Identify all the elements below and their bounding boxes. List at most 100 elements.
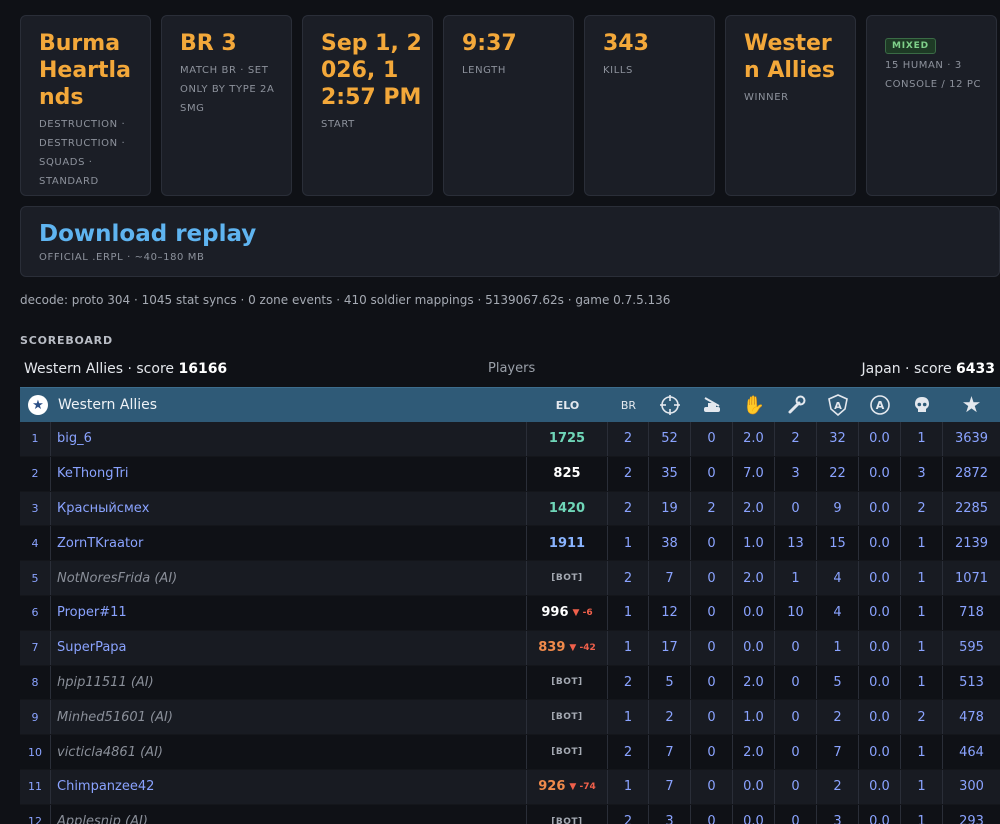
table-row[interactable]: 8 hpip11511 (AI) [BOT] 2 5 0 2.0 0 5 0.0 1 513 (20, 665, 1000, 701)
stat-repairs: 1 (775, 561, 817, 595)
stat-captures: 9 (817, 491, 859, 526)
score-word: score (136, 361, 175, 377)
stat-kills: 12 (649, 595, 691, 630)
stat-tank-kills: 0 (691, 804, 733, 824)
table-row[interactable]: 11 Chimpanzee42 926 ▼ -74 1 7 0 0.0 0 2 0.0 1 300 (20, 769, 1000, 805)
stat-repairs: 0 (775, 769, 817, 804)
stat-assists: 2.0 (733, 735, 775, 769)
circle-a-icon[interactable]: A (859, 388, 901, 422)
stat-ratio: 0.0 (859, 422, 901, 456)
stat-assists: 0.0 (733, 595, 775, 630)
player-br: 2 (608, 804, 649, 824)
hand-icon[interactable]: ✋ (733, 388, 775, 422)
stat-score: 300 (959, 779, 984, 795)
stat-kills: 7 (649, 735, 691, 769)
scoreboard-table: ★ Western Allies ELO BR ✋ A A ★ 1 big_6 17… (20, 387, 1000, 824)
elo-change: ▼ -42 (569, 642, 596, 653)
stat-assists: 2.0 (733, 561, 775, 595)
skull-icon[interactable] (901, 388, 943, 422)
stat-kills: 7 (649, 769, 691, 804)
player-br: 1 (608, 769, 649, 804)
start-card: Sep 1, 2026, 12:57 PM START (302, 15, 433, 196)
table-row[interactable]: 1 big_6 1725 2 52 0 2.0 2 32 0.0 1 3639 (20, 422, 1000, 457)
player-name[interactable]: Minhed51601 (AI) (51, 700, 527, 735)
stat-repairs: 0 (775, 665, 817, 700)
player-name[interactable]: Красныйсмех (51, 491, 527, 526)
table-row[interactable]: 4 ZornTKraator 1911 1 38 0 1.0 13 15 0.0 1 2139 (20, 526, 1000, 562)
stat-ratio: 0.0 (859, 665, 901, 700)
player-rank: 6 (20, 595, 51, 630)
stat-score: 2139 (954, 535, 989, 551)
player-name[interactable]: Chimpanzee42 (51, 769, 527, 804)
team-header-name: Western Allies (58, 397, 158, 413)
table-row[interactable]: 10 victicla4861 (AI) [BOT] 2 7 0 2.0 0 7 0.0 1 464 (20, 735, 1000, 770)
stat-assists: 0.0 (733, 804, 775, 824)
stat-captures: 2 (817, 700, 859, 735)
player-name[interactable]: KeThongTri (51, 456, 527, 491)
player-br: 1 (608, 595, 649, 630)
score-word: score (913, 361, 952, 377)
stat-captures: 3 (817, 804, 859, 824)
table-row[interactable]: 5 NotNoresFrida (AI) [BOT] 2 7 0 2.0 1 4 0.0 1 1071 (20, 561, 1000, 596)
stat-repairs: 2 (775, 422, 817, 456)
player-br: 2 (608, 561, 649, 595)
player-br: 2 (608, 422, 649, 456)
stat-repairs: 13 (775, 526, 817, 561)
kills-label: KILLS (603, 65, 633, 76)
player-name[interactable]: hpip11511 (AI) (51, 665, 527, 700)
table-row[interactable]: 12 Applesnip (AI) [BOT] 2 3 0 0.0 0 3 0.0 1 293 (20, 804, 1000, 824)
wrench-icon[interactable] (775, 388, 817, 422)
elo-change: ▼ -6 (572, 607, 593, 618)
bot-tag: [BOT] (551, 573, 583, 584)
table-row[interactable]: 9 Minhed51601 (AI) [BOT] 1 2 0 1.0 0 2 0.0 2 478 (20, 700, 1000, 736)
player-name[interactable]: big_6 (51, 422, 527, 456)
player-rank: 5 (20, 561, 51, 595)
crosshair-icon[interactable] (649, 388, 691, 422)
stat-ratio: 0.0 (859, 595, 901, 630)
elo-change: ▼ -74 (569, 781, 596, 792)
br-card: BR 3 MATCH BR · SET ONLY BY TYPE 2A SMG (161, 15, 292, 196)
tank-kill-icon[interactable] (691, 388, 733, 422)
player-elo: 926 ▼ -74 (527, 769, 608, 804)
right-team-name: Japan (861, 361, 901, 377)
table-row[interactable]: 3 Красныйсмех 1420 2 19 2 2.0 0 9 0.0 2 2285 (20, 491, 1000, 527)
shield-a-icon[interactable]: A (817, 388, 859, 422)
elo-column-header[interactable]: ELO (527, 388, 608, 422)
kills-card: 343 KILLS (584, 15, 715, 196)
winner-card: Western Allies WINNER (725, 15, 856, 196)
stat-kills: 38 (649, 526, 691, 561)
match-br: BR 3 (180, 31, 237, 56)
stat-captures: 4 (817, 561, 859, 595)
stat-deaths: 2 (901, 700, 943, 735)
player-rank: 8 (20, 665, 51, 700)
table-row[interactable]: 6 Proper#11 996 ▼ -6 1 12 0 0.0 10 4 0.0 1 718 (20, 595, 1000, 631)
table-row[interactable]: 7 SuperPapa 839 ▼ -42 1 17 0 0.0 0 1 0.0 1 595 (20, 630, 1000, 666)
player-name[interactable]: Proper#11 (51, 595, 527, 630)
stat-deaths: 3 (901, 456, 943, 491)
player-name[interactable]: NotNoresFrida (AI) (51, 561, 527, 595)
stat-tank-kills: 0 (691, 630, 733, 665)
stat-kills: 7 (649, 561, 691, 595)
player-rank: 2 (20, 456, 51, 491)
star-icon[interactable]: ★ (943, 388, 1000, 422)
stat-tank-kills: 0 (691, 526, 733, 561)
player-rows: 1 big_6 1725 2 52 0 2.0 2 32 0.0 1 3639 2 KeThongTri 8… (20, 422, 1000, 824)
stat-assists: 2.0 (733, 491, 775, 526)
stat-captures: 7 (817, 735, 859, 769)
player-name[interactable]: victicla4861 (AI) (51, 735, 527, 769)
br-column-header[interactable]: BR (608, 388, 649, 422)
player-name[interactable]: SuperPapa (51, 630, 527, 665)
left-team-score: Western Allies · score 16166 (24, 361, 228, 377)
stat-deaths: 2 (901, 491, 943, 526)
stat-assists: 7.0 (733, 456, 775, 491)
stat-captures: 22 (817, 456, 859, 491)
download-replay-link[interactable]: Download replay (39, 220, 256, 248)
table-row[interactable]: 2 KeThongTri 825 2 35 0 7.0 3 22 0.0 3 2872 (20, 456, 1000, 492)
player-name[interactable]: Applesnip (AI) (51, 804, 527, 824)
elo-value: 1911 (548, 535, 586, 551)
player-br: 1 (608, 630, 649, 665)
stat-kills: 5 (649, 665, 691, 700)
svg-text:A: A (876, 399, 885, 412)
player-name[interactable]: ZornTKraator (51, 526, 527, 561)
stat-repairs: 0 (775, 491, 817, 526)
